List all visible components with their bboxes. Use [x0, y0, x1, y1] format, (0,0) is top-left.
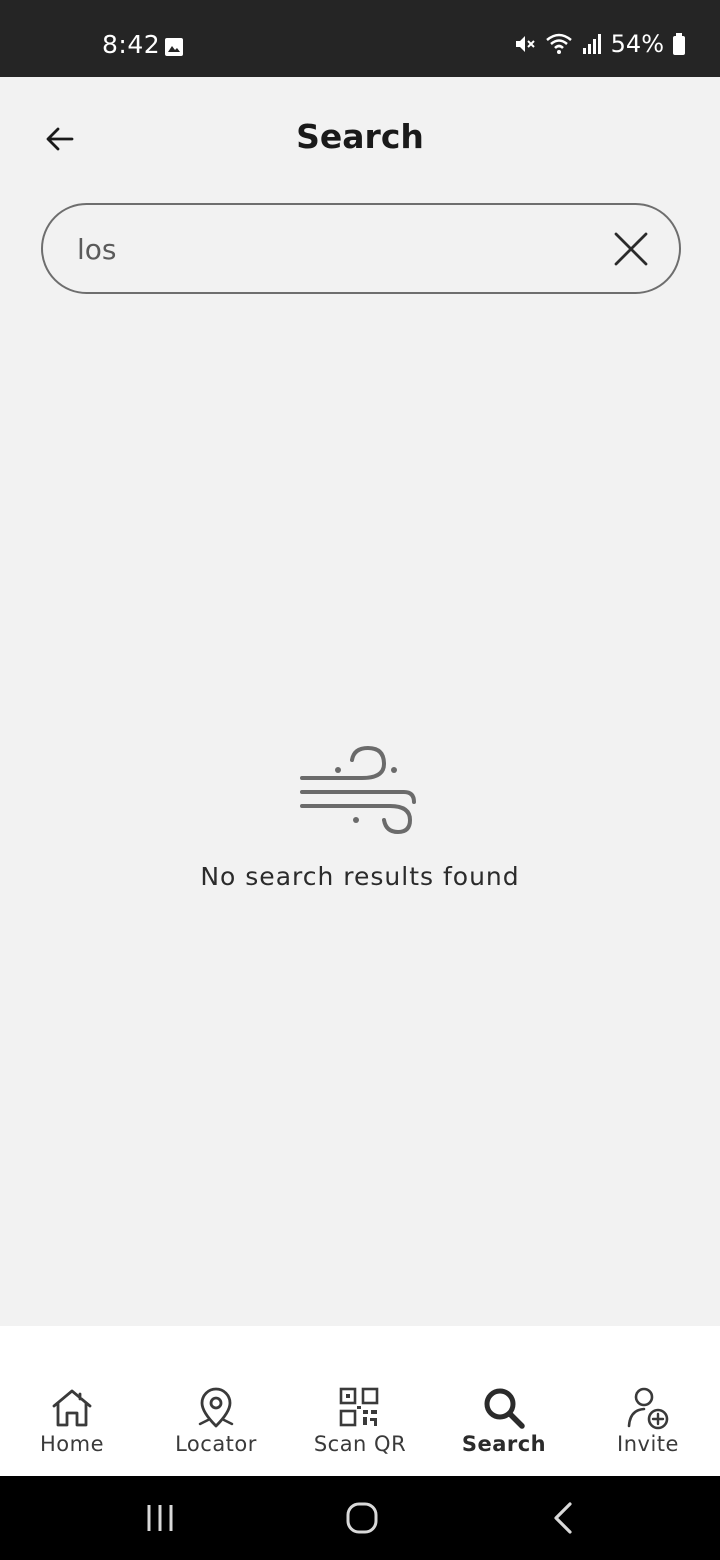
- nav-label-search: Search: [461, 1432, 547, 1456]
- search-icon: [484, 1388, 525, 1429]
- status-time: 8:42: [102, 30, 161, 59]
- add-user-icon: [627, 1387, 669, 1430]
- recent-apps-button[interactable]: [130, 1496, 190, 1540]
- nav-item-scan-qr[interactable]: Scan QR: [288, 1386, 432, 1456]
- signal-icon: [582, 34, 601, 54]
- qr-code-icon: [339, 1387, 379, 1427]
- mute-icon: [515, 36, 535, 52]
- nav-label-invite: Invite: [617, 1432, 679, 1456]
- nav-label-locator: Locator: [175, 1432, 257, 1456]
- battery-percent: 54%: [610, 30, 664, 58]
- wifi-icon: [545, 33, 572, 54]
- clear-search-button[interactable]: [609, 227, 653, 271]
- battery-icon: [673, 33, 685, 55]
- bottom-nav: Home Locator Scan QR Search Invite: [0, 1326, 720, 1476]
- status-icons: 54%: [513, 30, 686, 58]
- back-system-button[interactable]: [534, 1496, 594, 1540]
- nav-item-locator[interactable]: Locator: [144, 1386, 288, 1456]
- nav-label-home: Home: [39, 1432, 104, 1456]
- page-title: Search: [296, 117, 424, 156]
- location-pin-icon: [198, 1387, 234, 1428]
- nav-label-scan-qr: Scan QR: [313, 1432, 407, 1456]
- home-icon: [52, 1389, 92, 1427]
- search-box: [41, 203, 681, 294]
- nav-item-invite[interactable]: Invite: [576, 1386, 720, 1456]
- wind-icon: [300, 745, 416, 835]
- home-circle-icon: [346, 1502, 378, 1534]
- close-icon: [614, 232, 648, 266]
- nav-item-home[interactable]: Home: [0, 1386, 144, 1456]
- image-icon: [165, 38, 183, 56]
- recent-apps-icon: [147, 1505, 173, 1531]
- empty-state: No search results found: [0, 740, 720, 891]
- empty-message: No search results found: [200, 862, 520, 891]
- search-input[interactable]: [77, 225, 597, 273]
- nav-item-search[interactable]: Search: [432, 1386, 576, 1456]
- home-system-button[interactable]: [332, 1496, 392, 1540]
- status-bar: 8:42 54%: [0, 0, 720, 77]
- app-header: Search: [0, 77, 720, 197]
- system-nav-bar: [0, 1476, 720, 1560]
- chevron-left-icon: [554, 1502, 572, 1534]
